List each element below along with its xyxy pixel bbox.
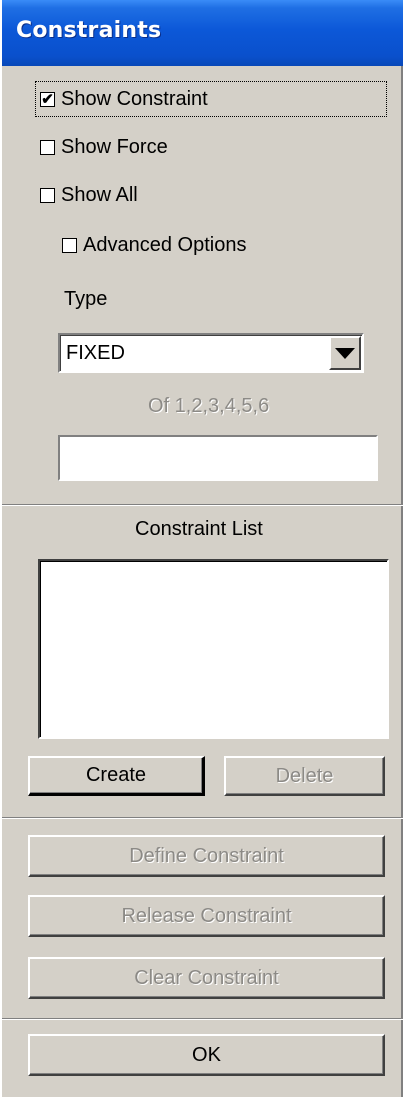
- show-all-label: Show All: [61, 183, 138, 206]
- type-dropdown[interactable]: FIXED: [58, 333, 364, 373]
- clear-constraint-button[interactable]: Clear Constraint: [28, 957, 385, 999]
- constraints-panel: Constraints ✔ Show Constraint Show Force…: [0, 0, 403, 1097]
- delete-button[interactable]: Delete: [224, 756, 385, 796]
- create-button-label: Create: [85, 764, 147, 786]
- checkbox-unchecked-icon[interactable]: [40, 187, 55, 203]
- divider: [2, 1018, 403, 1020]
- title-bar: Constraints: [2, 0, 403, 66]
- show-constraint-checkbox[interactable]: ✔ Show Constraint: [35, 81, 387, 117]
- release-constraint-label: Release Constraint: [121, 904, 292, 927]
- constraint-list[interactable]: [38, 559, 389, 739]
- show-force-checkbox[interactable]: Show Force: [40, 130, 168, 164]
- show-all-checkbox[interactable]: Show All: [40, 178, 138, 212]
- advanced-options-label: Advanced Options: [83, 233, 247, 256]
- checkbox-unchecked-icon[interactable]: [40, 139, 55, 155]
- define-constraint-button[interactable]: Define Constraint: [28, 835, 385, 877]
- ok-button-label: OK: [192, 1043, 221, 1066]
- divider: [2, 504, 403, 506]
- chevron-down-icon: [335, 347, 355, 359]
- dof-input[interactable]: [58, 435, 378, 481]
- checkbox-checked-icon[interactable]: ✔: [40, 91, 55, 107]
- window-title: Constraints: [16, 18, 162, 43]
- constraint-list-label: Constraint List: [135, 518, 263, 540]
- show-force-label: Show Force: [61, 135, 168, 158]
- create-button[interactable]: Create: [28, 756, 205, 796]
- clear-constraint-label: Clear Constraint: [134, 966, 279, 989]
- delete-button-label: Delete: [275, 764, 334, 787]
- ok-button[interactable]: OK: [28, 1034, 385, 1076]
- dropdown-arrow-button[interactable]: [329, 336, 361, 370]
- release-constraint-button[interactable]: Release Constraint: [28, 895, 385, 937]
- divider: [2, 817, 403, 819]
- advanced-options-checkbox[interactable]: Advanced Options: [62, 228, 246, 262]
- dof-label: Of 1,2,3,4,5,6: [148, 395, 270, 417]
- define-constraint-label: Define Constraint: [129, 844, 284, 867]
- type-label: Type: [64, 288, 108, 310]
- show-constraint-label: Show Constraint: [61, 87, 208, 110]
- type-dropdown-value: FIXED: [66, 342, 125, 364]
- checkbox-unchecked-icon[interactable]: [62, 237, 77, 253]
